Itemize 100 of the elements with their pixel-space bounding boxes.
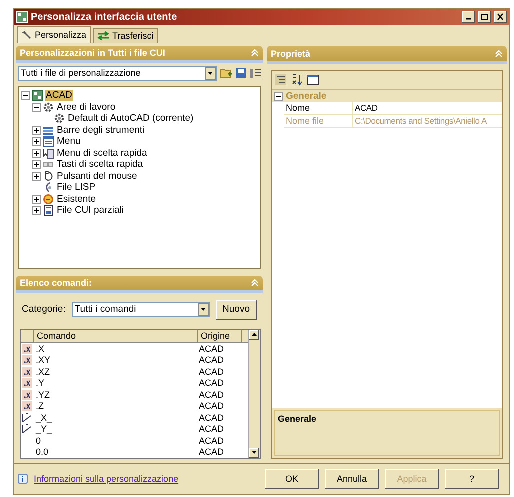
legacy-icon [43, 194, 54, 205]
mouse-icon [43, 170, 54, 182]
description-icon[interactable] [307, 74, 319, 86]
table-cell-text: ACAD [198, 401, 226, 412]
menu-icon [43, 136, 54, 148]
dialog-button[interactable]: OK [265, 469, 319, 489]
tree-item[interactable]: Tasti di scelta rapida [56, 159, 144, 170]
field-label: Categorie: [22, 304, 66, 316]
table-cell-text: .X [35, 344, 46, 354]
dialog-button[interactable]: ? [445, 469, 499, 489]
dialog-button[interactable]: Annulla [325, 469, 379, 489]
expander-icon[interactable] [32, 102, 41, 112]
expander-icon[interactable] [21, 91, 30, 100]
line-command-icon [22, 424, 32, 434]
dropdown-arrow-icon[interactable] [208, 72, 213, 75]
scroll-down-icon [252, 451, 256, 454]
table-cell-text: 0.0 [35, 447, 50, 458]
panel-title: Personalizzazioni in Tutti i file CUI [20, 48, 166, 58]
cui-file-icon [32, 90, 43, 102]
table-cell-text: _Y_ [35, 424, 54, 434]
command-icon [22, 366, 32, 377]
tree-item[interactable]: Esistente [56, 194, 98, 205]
tree-item[interactable]: Pulsanti del mouse [56, 170, 138, 182]
panel-title: Elenco comandi: [20, 278, 92, 288]
table-cell-text: _X_ [35, 412, 54, 423]
tree-item[interactable]: File LISP [56, 182, 97, 194]
table-cell-text: ACAD [198, 378, 226, 388]
expander-icon[interactable] [32, 194, 41, 204]
expander-icon[interactable] [32, 148, 41, 158]
table-cell-text: .YZ [35, 390, 52, 400]
property-name: Nome [284, 102, 353, 114]
command-icon [22, 390, 32, 400]
sort-icon[interactable] [291, 74, 303, 86]
tree-item[interactable]: Menu [56, 136, 82, 148]
tree-item[interactable]: Aree di lavoro [56, 102, 117, 113]
category-dropdown[interactable]: Tutti i comandi [72, 302, 210, 318]
tree-item[interactable]: Default di AutoCAD (corrente) [67, 113, 195, 124]
expander-icon[interactable] [32, 172, 41, 181]
table-cell-text: ACAD [198, 390, 226, 400]
help-link[interactable]: Informazioni sulla personalizzazione [34, 474, 179, 484]
tab[interactable]: Personalizza [17, 26, 91, 43]
column-header[interactable]: Origine [198, 330, 242, 342]
window-title: Personalizza interfaccia utente [31, 12, 178, 22]
gear-icon [43, 102, 54, 113]
expander-icon[interactable] [32, 160, 41, 170]
partial-file-icon [43, 205, 54, 216]
new-button[interactable]: Nuovo [216, 300, 257, 320]
scrollbar[interactable] [248, 330, 260, 458]
description-title: Generale [278, 414, 318, 424]
tab[interactable]: Trasferisci [92, 28, 158, 43]
table-cell-text: 0 [35, 436, 42, 446]
tree-item[interactable]: ACAD [45, 90, 74, 102]
panel-title: Proprietà [271, 48, 311, 58]
dropdown-arrow-icon[interactable] [200, 308, 206, 312]
maximize-icon [480, 13, 489, 21]
table-cell-text: ACAD [198, 424, 226, 434]
table-cell-text: .Y [35, 378, 46, 388]
dropdown-value: Tutti i file di personalizzazione [21, 68, 141, 78]
categorized-icon[interactable] [275, 74, 287, 86]
property-name: Nome file [284, 115, 353, 127]
list-icon[interactable] [250, 68, 261, 79]
table-cell-text: ACAD [198, 355, 226, 366]
minimize-button[interactable] [462, 11, 475, 23]
command-icon [22, 401, 32, 412]
app-icon [16, 11, 28, 23]
table-cell-text: .XY [35, 355, 52, 366]
lisp-file-icon [43, 182, 54, 194]
close-button[interactable] [494, 11, 507, 23]
close-icon [496, 13, 505, 21]
table-cell-text: .Z [35, 401, 45, 412]
expander-icon[interactable] [32, 206, 41, 216]
tree-item[interactable]: File CUI parziali [56, 205, 126, 216]
command-icon [22, 344, 32, 354]
property-value[interactable]: ACAD [353, 103, 378, 113]
transfer-arrows-icon [96, 31, 110, 41]
expander-icon[interactable] [32, 137, 41, 146]
line-command-icon [22, 412, 32, 423]
table-cell-text: ACAD [198, 412, 226, 423]
dropdown-value: Tutti i comandi [74, 304, 136, 316]
save-icon[interactable] [236, 68, 247, 79]
open-folder-icon[interactable] [220, 67, 233, 80]
expander-icon[interactable] [274, 92, 283, 100]
wrench-icon [21, 30, 32, 40]
info-icon [18, 474, 28, 484]
command-icon [22, 355, 32, 366]
category-label: Generale [286, 90, 327, 102]
table-cell-text: ACAD [198, 436, 226, 446]
maximize-button[interactable] [478, 11, 491, 23]
table-cell-text: ACAD [198, 366, 226, 377]
gear-icon [54, 113, 65, 124]
toolbar-icon [43, 124, 54, 136]
expander-icon[interactable] [32, 126, 41, 135]
column-header[interactable]: Comando [34, 330, 198, 342]
filter-dropdown[interactable]: Tutti i file di personalizzazione [18, 66, 217, 81]
table-cell-text: ACAD [198, 344, 226, 354]
table-cell-text: .XZ [35, 366, 52, 377]
tree-item[interactable]: Barre degli strumenti [56, 124, 146, 136]
tree-item[interactable]: Menu di scelta rapida [56, 148, 148, 159]
context-menu-icon [43, 148, 54, 159]
scroll-up-icon [252, 333, 256, 336]
